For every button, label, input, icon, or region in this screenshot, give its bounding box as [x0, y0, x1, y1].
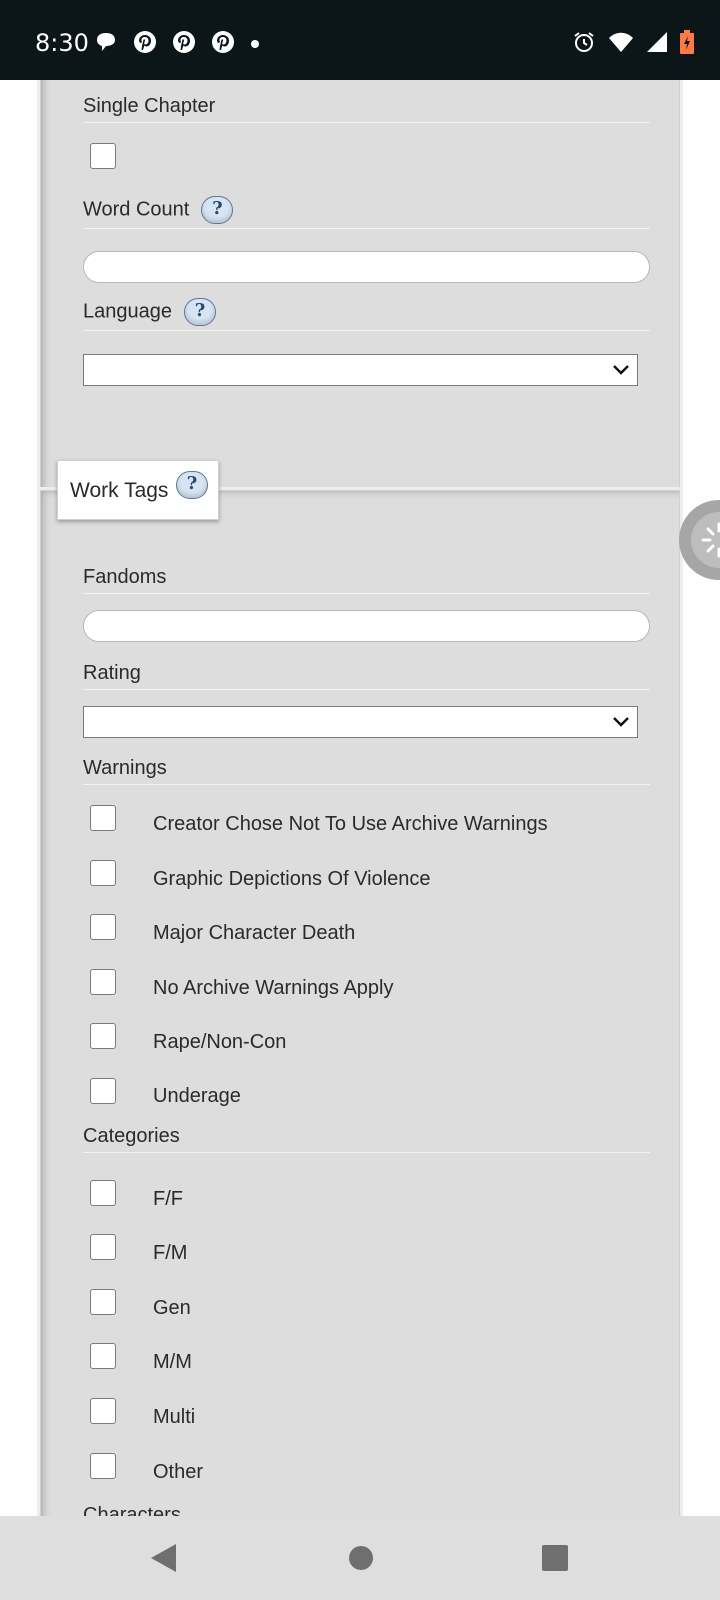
search-form: Single Chapter Word Count? Language? Wor…: [0, 80, 720, 1516]
chevron-down-icon: [611, 361, 631, 384]
pinterest-icon: [172, 30, 196, 59]
category-checkbox[interactable]: [90, 1343, 116, 1369]
category-option-label: Other: [153, 1461, 204, 1483]
language-select[interactable]: [83, 354, 638, 386]
warning-checkbox[interactable]: [90, 860, 116, 886]
warning-option-label: Underage: [153, 1085, 241, 1107]
rating-label: Rating: [83, 662, 650, 690]
single-chapter-label: Single Chapter: [83, 95, 650, 123]
word-count-label: Word Count?: [83, 196, 650, 229]
warning-checkbox[interactable]: [90, 969, 116, 995]
language-label: Language?: [83, 298, 650, 331]
warning-option-label: Rape/Non-Con: [153, 1031, 287, 1053]
fandoms-input[interactable]: [83, 610, 650, 642]
battery-charging-icon: [680, 30, 694, 59]
wifi-icon: [608, 31, 634, 58]
category-checkbox[interactable]: [90, 1234, 116, 1260]
chat-bubble-icon: [94, 31, 118, 58]
spinner-icon: [701, 522, 720, 558]
category-option-label: Multi: [153, 1406, 196, 1428]
warning-option-label: Creator Chose Not To Use Archive Warning…: [153, 813, 548, 835]
help-button[interactable]: ?: [201, 196, 234, 224]
warning-option-label: No Archive Warnings Apply: [153, 977, 394, 999]
system-icons: [560, 30, 694, 59]
work-tags-legend: Work Tags ?: [57, 460, 219, 520]
notification-icons: [94, 30, 275, 59]
characters-label: Characters: [83, 1504, 181, 1516]
help-button[interactable]: ?: [176, 471, 208, 499]
single-chapter-checkbox[interactable]: [90, 143, 116, 169]
home-icon[interactable]: [347, 1542, 375, 1579]
pinterest-icon: [211, 30, 235, 59]
category-checkbox[interactable]: [90, 1398, 116, 1424]
warning-option-label: Graphic Depictions Of Violence: [153, 868, 431, 890]
warning-checkbox[interactable]: [90, 1023, 116, 1049]
help-button[interactable]: ?: [183, 298, 216, 326]
category-option-label: F/M: [153, 1242, 188, 1264]
word-count-input[interactable]: [83, 251, 650, 283]
status-time: 8:30: [35, 29, 89, 57]
category-option-label: F/F: [153, 1188, 183, 1210]
warning-checkbox[interactable]: [90, 914, 116, 940]
status-bar: 8:30: [0, 0, 720, 80]
back-icon[interactable]: [148, 1542, 180, 1579]
category-checkbox[interactable]: [90, 1453, 116, 1479]
category-checkbox[interactable]: [90, 1289, 116, 1315]
category-checkbox[interactable]: [90, 1180, 116, 1206]
chevron-down-icon: [611, 713, 631, 736]
warning-checkbox[interactable]: [90, 1078, 116, 1104]
category-option-label: M/M: [153, 1351, 192, 1373]
warnings-label: Warnings: [83, 757, 650, 785]
navigation-bar: [0, 1516, 720, 1600]
dot-icon: [250, 36, 260, 54]
warning-option-label: Major Character Death: [153, 922, 356, 944]
signal-icon: [646, 31, 668, 58]
fandoms-label: Fandoms: [83, 566, 650, 594]
category-option-label: Gen: [153, 1297, 191, 1319]
work-tags-title: Work Tags: [70, 479, 169, 502]
alarm-icon: [572, 30, 596, 59]
loading-spinner-button[interactable]: [679, 500, 720, 580]
categories-label: Categories: [83, 1125, 650, 1153]
work-tags-fieldset: [40, 490, 680, 1516]
pinterest-icon: [133, 30, 157, 59]
warning-checkbox[interactable]: [90, 805, 116, 831]
rating-select[interactable]: [83, 706, 638, 738]
recents-icon[interactable]: [541, 1542, 569, 1579]
